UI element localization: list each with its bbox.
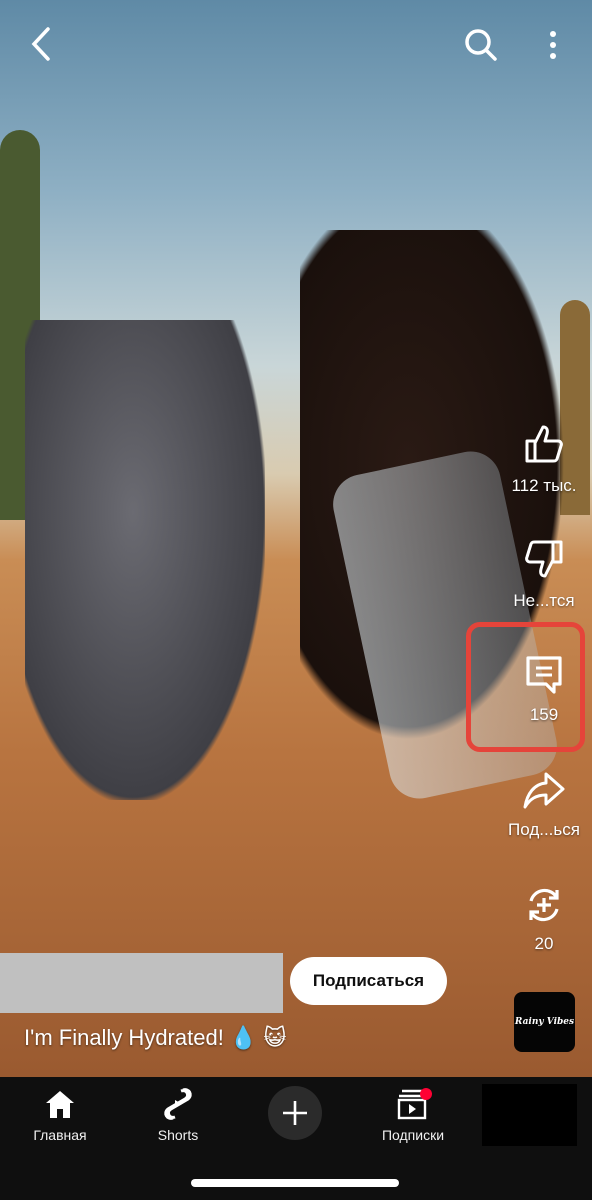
nav-profile-redacted[interactable] — [482, 1084, 577, 1146]
chevron-left-icon — [31, 27, 50, 61]
nav-subscriptions-label: Подписки — [381, 1127, 445, 1143]
thumb-down-icon — [525, 540, 563, 578]
search-button[interactable] — [464, 28, 498, 67]
grey-kitten — [25, 320, 265, 800]
remix-icon — [529, 888, 559, 922]
nav-home-label: Главная — [33, 1127, 87, 1143]
dislike-label: Не...тся — [513, 591, 575, 610]
channel-info-redacted[interactable] — [0, 953, 283, 1013]
home-indicator — [191, 1179, 399, 1187]
share-icon — [523, 772, 565, 809]
more-vertical-icon — [550, 31, 556, 59]
video-player[interactable]: 112 тыс. Не...тся 159 Под...ься 20 Подпи… — [0, 0, 592, 1077]
remix-count: 20 — [534, 934, 554, 953]
shorts-icon — [164, 1088, 192, 1120]
back-button[interactable] — [26, 26, 56, 67]
comment-count: 159 — [529, 705, 559, 724]
search-icon — [465, 29, 497, 61]
home-icon — [46, 1091, 74, 1118]
more-button[interactable] — [546, 30, 560, 65]
subscriptions-icon — [397, 1088, 432, 1120]
like-count: 112 тыс. — [511, 476, 577, 495]
create-button[interactable] — [268, 1086, 322, 1140]
comment-icon — [526, 656, 562, 694]
bottom-nav: Главная Shorts Подписки — [0, 1077, 592, 1200]
share-label: Под...ься — [508, 820, 580, 839]
audio-thumbnail[interactable]: Rainy Vibes — [514, 992, 575, 1052]
video-title[interactable]: I'm Finally Hydrated! 💧 😺 — [24, 1025, 286, 1051]
thumb-up-icon — [525, 425, 563, 463]
subscribe-button[interactable]: Подписаться — [290, 957, 447, 1005]
plus-icon — [283, 1101, 307, 1125]
nav-shorts-label: Shorts — [157, 1127, 199, 1143]
